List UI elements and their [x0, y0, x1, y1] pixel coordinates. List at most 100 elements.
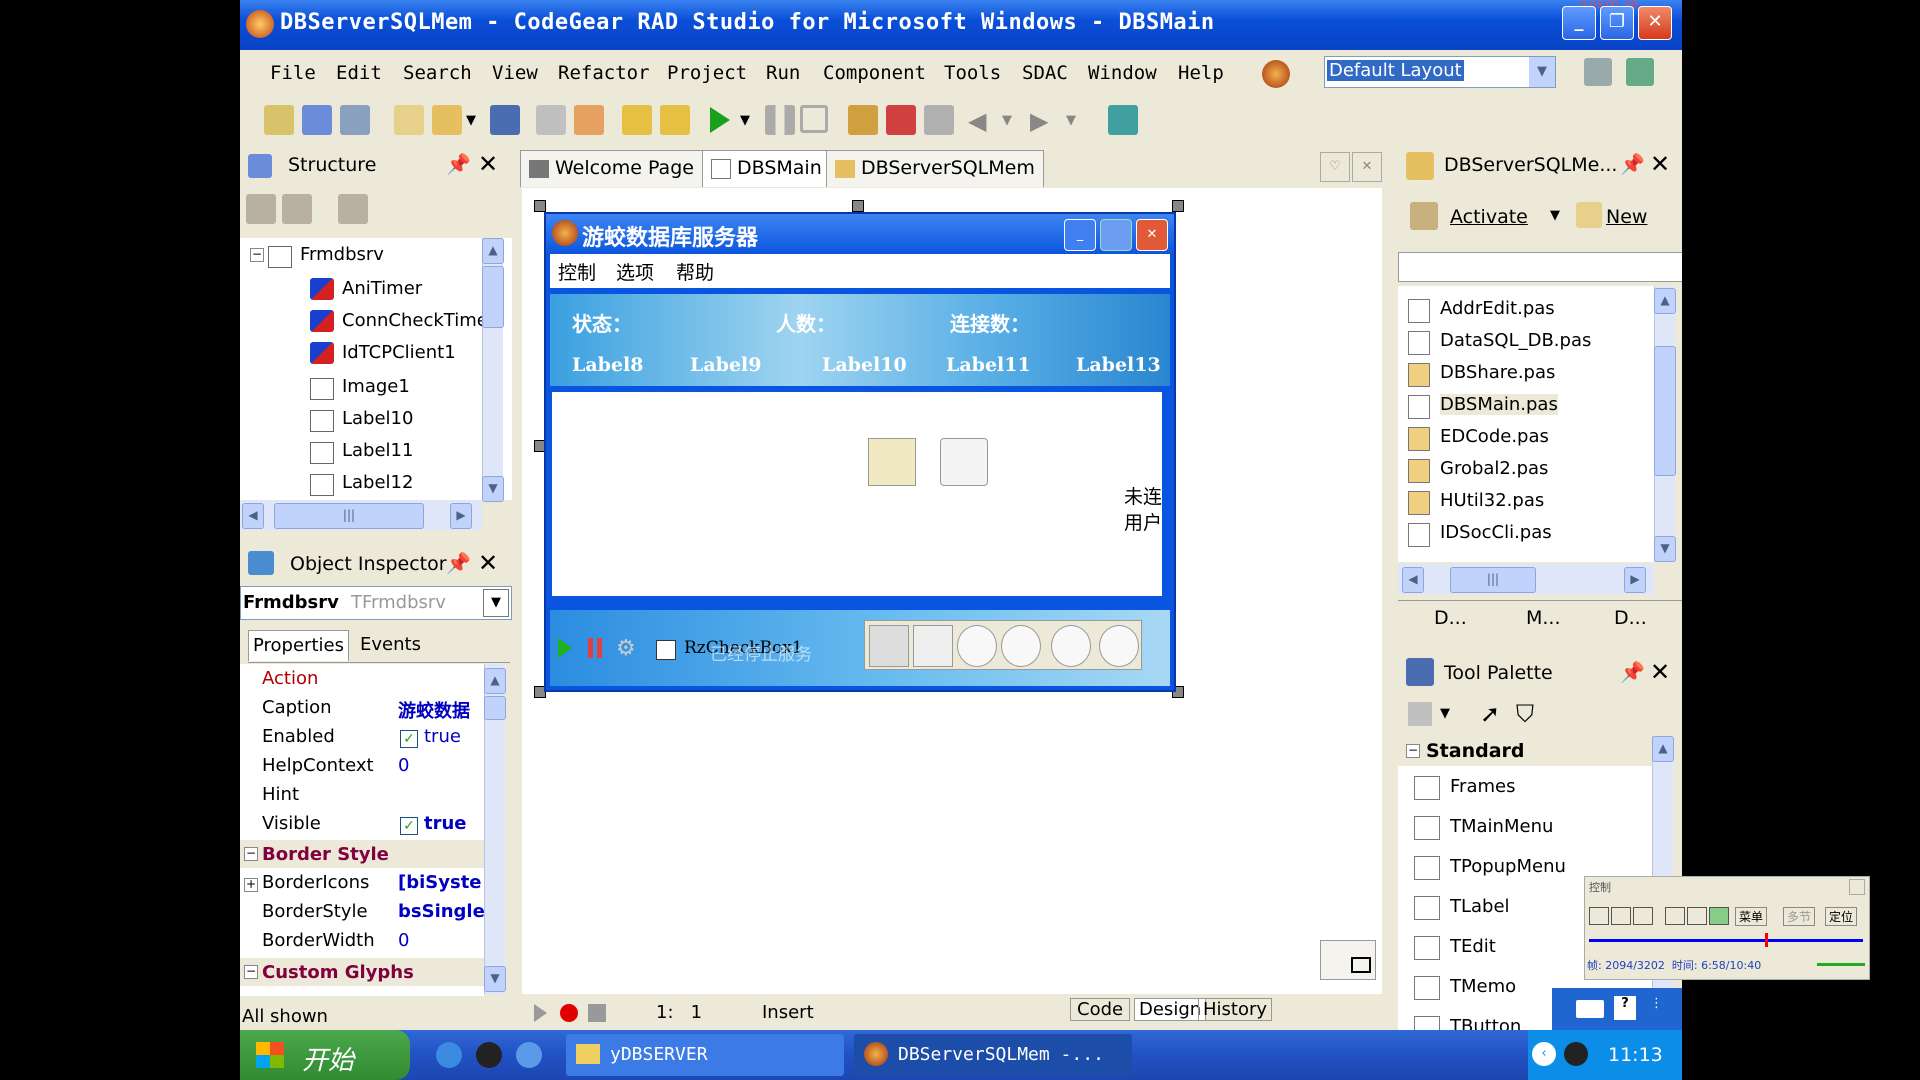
scroll-up-icon[interactable]: ▲ [1654, 288, 1676, 314]
menu-project[interactable]: Project [667, 62, 747, 84]
remove-file-icon[interactable] [574, 105, 604, 135]
tab-close-icon[interactable]: ✕ [1352, 152, 1382, 182]
selection-handle[interactable] [534, 200, 546, 212]
scroll-thumb[interactable] [482, 266, 504, 328]
menu-edit[interactable]: Edit [336, 62, 382, 84]
file-item[interactable]: AddrEdit.pas [1408, 298, 1555, 323]
file-item[interactable]: EDCode.pas [1408, 426, 1549, 451]
property-name[interactable]: Hint [262, 784, 299, 805]
inspector-close-icon[interactable]: ✕ [478, 549, 498, 577]
tree-item[interactable]: Image1 [310, 376, 410, 400]
property-value[interactable]: 0 [398, 755, 409, 776]
browser-icon[interactable] [516, 1042, 542, 1068]
project-vscroll[interactable]: ▲ ▼ [1654, 286, 1676, 562]
scroll-left-icon[interactable]: ◀ [1402, 567, 1424, 593]
back-icon[interactable]: ◀ [968, 107, 986, 135]
tree-item[interactable]: Label12 [310, 472, 413, 496]
file-item[interactable]: IDSocCli.pas [1408, 522, 1552, 547]
form-designer-button[interactable] [1320, 940, 1376, 980]
run-icon[interactable] [710, 107, 730, 133]
chevron-down-icon[interactable]: ▼ [1529, 57, 1555, 87]
menu-file[interactable]: File [270, 62, 316, 84]
property-name[interactable]: BorderStyle [262, 901, 368, 922]
restore-button[interactable]: ❐ [1600, 6, 1634, 40]
designed-form[interactable]: 游蛟数据库服务器 _ ✕ 控制 选项 帮助 状态： 人数： 连接数： Label… [544, 212, 1176, 692]
menu-window[interactable]: Window [1088, 62, 1157, 84]
ime-menu-icon[interactable]: ⋮ [1650, 996, 1666, 1020]
open-project-icon[interactable] [302, 105, 332, 135]
object-selector[interactable]: Frmdbsrv TFrmdbsrv ▼ [240, 586, 512, 620]
ie-icon[interactable] [436, 1042, 462, 1068]
property-name[interactable]: BorderIcons [262, 872, 369, 893]
scroll-down-icon[interactable]: ▼ [482, 476, 504, 502]
new-icon[interactable] [1576, 202, 1602, 228]
scroll-up-icon[interactable]: ▲ [482, 238, 504, 264]
filter-icon[interactable]: ⛉ [1516, 700, 1534, 728]
task-dbserversqlmem[interactable]: DBServerSQLMem -... [854, 1034, 1132, 1076]
player-btn[interactable] [1709, 907, 1729, 925]
save-all-icon[interactable] [340, 105, 370, 135]
palette-item[interactable]: TEdit [1414, 936, 1496, 960]
scroll-up-icon[interactable]: ▲ [1652, 736, 1674, 762]
project-manager-close-icon[interactable]: ✕ [1650, 150, 1670, 178]
form-maximize-button[interactable] [1100, 219, 1132, 251]
activate-dropdown-icon[interactable]: ▼ [1550, 208, 1560, 223]
forward-dropdown-icon[interactable]: ▼ [1066, 113, 1076, 128]
player-progress-handle[interactable] [1765, 933, 1768, 947]
tab-project-files[interactable]: D... [1434, 607, 1467, 629]
category-standard[interactable]: − Standard [1398, 736, 1652, 766]
player-progress-track[interactable] [1589, 939, 1863, 942]
new-button[interactable]: New [1606, 206, 1647, 228]
scroll-right-icon[interactable]: ▶ [450, 503, 472, 529]
scroll-down-icon[interactable]: ▼ [1654, 536, 1676, 562]
tab-list-icon[interactable]: ♡ [1320, 152, 1350, 182]
pin-icon[interactable]: 📌 [1620, 660, 1645, 684]
layout-combo[interactable]: Default Layout ▼ [1324, 56, 1556, 88]
timer-icon[interactable] [957, 625, 997, 667]
property-value[interactable]: 游蛟数据 [398, 697, 484, 723]
pause-icon[interactable] [588, 638, 602, 658]
file-item[interactable]: HUtil32.pas [1408, 490, 1544, 515]
property-name[interactable]: Visible [262, 813, 321, 834]
scroll-thumb[interactable] [484, 696, 506, 720]
player-multi-button[interactable]: 多节 [1783, 907, 1816, 926]
view-unit-icon[interactable] [660, 105, 690, 135]
tool-palette-close-icon[interactable]: ✕ [1650, 658, 1670, 686]
checkbox-icon[interactable]: ✓ [400, 817, 418, 835]
minimize-button[interactable]: _ [1562, 6, 1596, 40]
run-dropdown-icon[interactable]: ▼ [740, 113, 750, 128]
open-dropdown-icon[interactable]: ▼ [466, 113, 476, 128]
keyboard-icon[interactable] [1576, 1000, 1604, 1018]
form-minimize-button[interactable]: _ [1064, 219, 1096, 251]
volume-slider[interactable] [1817, 963, 1865, 966]
pin-icon[interactable]: 📌 [446, 551, 471, 575]
form-close-button[interactable]: ✕ [1136, 219, 1168, 251]
structure-expand-icon[interactable] [246, 194, 276, 224]
close-button[interactable]: ✕ [1638, 6, 1672, 40]
section-border-style[interactable]: − Border Style [240, 840, 484, 868]
palette-item[interactable]: TMemo [1414, 976, 1516, 1000]
palette-item[interactable]: Frames [1414, 776, 1515, 800]
menu-help[interactable]: Help [1178, 62, 1224, 84]
palette-item[interactable]: TPopupMenu [1414, 856, 1566, 880]
menu-tools[interactable]: Tools [944, 62, 1001, 84]
property-value[interactable]: 0 [398, 930, 409, 951]
menu-component[interactable]: Component [823, 62, 926, 84]
tab-dbserversqlmem[interactable]: DBServerSQLMem [826, 150, 1044, 187]
collapse-toggle-icon[interactable]: − [244, 847, 258, 861]
tab-events[interactable]: Events [356, 630, 425, 660]
pin-icon[interactable]: 📌 [1620, 152, 1645, 176]
property-name[interactable]: Enabled [262, 726, 335, 747]
collapse-toggle-icon[interactable]: − [250, 248, 264, 262]
categories-dropdown-icon[interactable]: ▼ [1440, 706, 1450, 721]
menu-search[interactable]: Search [403, 62, 472, 84]
new-icon[interactable] [394, 105, 424, 135]
form-menu-item[interactable]: 控制 [558, 258, 596, 285]
tab-properties[interactable]: Properties [248, 630, 349, 661]
title-bar[interactable]: DBServerSQLMem - CodeGear RAD Studio for… [240, 0, 1682, 50]
tab-history[interactable]: History [1198, 998, 1273, 1021]
activate-button[interactable]: Activate [1450, 206, 1528, 228]
task-ydbserver[interactable]: yDBSERVER [566, 1034, 844, 1076]
back-dropdown-icon[interactable]: ▼ [1002, 113, 1012, 128]
stop-icon[interactable] [800, 105, 828, 133]
